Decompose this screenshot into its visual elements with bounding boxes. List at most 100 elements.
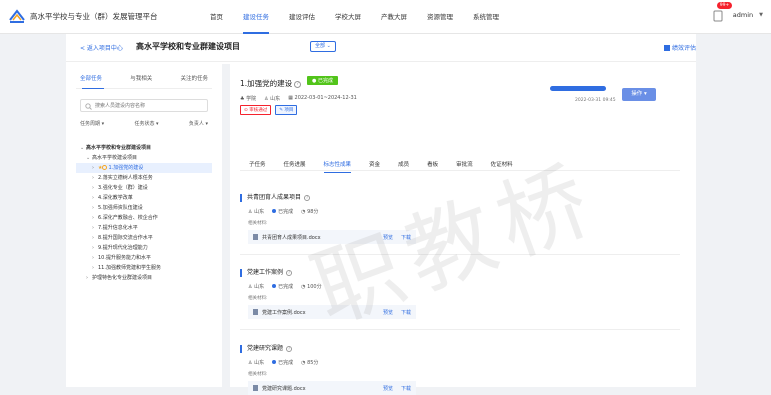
nav-home[interactable]: 首页 — [200, 0, 233, 34]
task-title: 1.加强党的建设? — [240, 78, 302, 89]
tree-item[interactable]: › 5.加强师资队伍建设 — [76, 203, 212, 213]
tree-item-label: 4.深化教学改革 — [98, 195, 133, 201]
filter-period[interactable]: 任务周期 ▾ — [80, 120, 104, 127]
achievement-meta: ♙ 山东 已完成 ◔ 98分 — [240, 208, 680, 215]
score-label: 85分 — [307, 360, 319, 366]
tree-item-label: 9.提升现代化治理能力 — [98, 245, 148, 251]
achievement-item: 党建工作案例? ♙ 山东 已完成 ◔ 100分 相关材料: 党建工作案例.docx 预览 下载 — [240, 269, 680, 330]
tab-subtasks[interactable]: 子任务 — [240, 160, 275, 173]
nav-industry-screen[interactable]: 产教大屏 — [371, 0, 417, 34]
owner-label: 山东 — [254, 360, 265, 366]
status-dot-icon — [272, 284, 277, 288]
owner-label: 山东 — [270, 96, 281, 102]
tree-item[interactable]: › ★ 1.加强党的建设 — [76, 163, 212, 173]
tabs-divider — [240, 170, 680, 171]
file-icon — [253, 385, 258, 391]
tab-all-tasks[interactable]: 全部任务 — [80, 74, 102, 82]
status-info: 已完成 — [272, 208, 293, 215]
achievement-title: 共青团育人成果项目? — [240, 194, 680, 202]
tree-item[interactable]: ⌄ 高水平学校建设项目 — [76, 153, 212, 163]
user-name[interactable]: admin — [733, 11, 753, 19]
dept-label: 学院 — [246, 96, 257, 102]
tab-board[interactable]: 看板 — [418, 160, 447, 173]
score-info: ◔ 100分 — [301, 283, 322, 290]
help-icon[interactable]: ? — [286, 346, 293, 352]
tree-item[interactable]: › 3.强化专业（群）建设 — [76, 183, 212, 193]
file-icon — [253, 234, 258, 240]
download-link[interactable]: 下载 — [401, 234, 411, 241]
tree-item[interactable]: › 4.深化教学改革 — [76, 193, 212, 203]
tree-item[interactable]: ⌄ 高水平学校和专业群建设项目 — [76, 143, 212, 153]
help-icon[interactable]: ? — [304, 195, 311, 201]
tree-item[interactable]: › 护理特色化专业群建设项目 — [76, 273, 212, 283]
filter-row: 任务周期 ▾ 任务状态 ▾ 负责人 ▾ — [76, 112, 212, 127]
perf-eval-label: 绩效评估 — [671, 45, 696, 52]
preview-link[interactable]: 预览 — [383, 385, 393, 392]
perf-eval-link[interactable]: 绩效评估 — [663, 43, 696, 52]
filter-owner[interactable]: 负责人 ▾ — [189, 120, 208, 127]
tree-item[interactable]: › 8.提升国际交流合作水平 — [76, 233, 212, 243]
download-link[interactable]: 下载 — [401, 385, 411, 392]
user-area[interactable]: 99+ admin ▼ — [713, 2, 763, 22]
tree-item[interactable]: › 2.落实立德树人根本任务 — [76, 173, 212, 183]
tree-item-label: 6.深化产教融合、校企合作 — [98, 215, 158, 221]
tree-item-label: 5.加强师资队伍建设 — [98, 205, 143, 211]
tab-funds[interactable]: 资金 — [360, 160, 389, 173]
search-input[interactable] — [95, 101, 205, 111]
file-row: 共青团育人成果项目.docx 预览 下载 — [248, 230, 416, 244]
tab-members[interactable]: 成员 — [389, 160, 418, 173]
tree-item[interactable]: › 7.提升信息化水平 — [76, 223, 212, 233]
notification-badge: 99+ — [716, 2, 733, 9]
project-tag: ✎ 项目 — [275, 105, 298, 115]
file-name[interactable]: 党建工作案例.docx — [262, 309, 375, 316]
file-name[interactable]: 党建研究课题.docx — [262, 385, 375, 392]
notification-bell-icon[interactable]: 99+ — [713, 2, 733, 22]
breadcrumb: < 返入项目中心 高水平学校和专业群建设项目 全部 ⌄ 绩效评估 — [66, 34, 696, 62]
file-name[interactable]: 共青团育人成果项目.docx — [262, 234, 375, 241]
nav-system[interactable]: 系统管理 — [463, 0, 509, 34]
checkbox-icon — [663, 45, 670, 51]
status-label: 已完成 — [278, 284, 294, 290]
nav-school-screen[interactable]: 学校大屏 — [325, 0, 371, 34]
score-info: ◔ 98分 — [301, 208, 318, 215]
tree-item-label: 3.强化专业（群）建设 — [98, 185, 148, 191]
download-link[interactable]: 下载 — [401, 309, 411, 316]
tag-list: ⊙ 审核通过 ✎ 项目 — [240, 105, 298, 115]
task-sidebar: 全部任务 与我相关 关注的任务 任务周期 ▾ 任务状态 ▾ 负责人 ▾ ⌄高水平… — [76, 64, 212, 387]
help-icon[interactable]: ? — [294, 81, 302, 88]
tab-related[interactable]: 与我相关 — [130, 74, 152, 82]
achievement-title-text: 共青团育人成果项目 — [247, 194, 302, 201]
help-icon[interactable]: ? — [286, 270, 293, 276]
tab-achievements[interactable]: 标志性成果 — [315, 160, 361, 173]
tab-progress[interactable]: 任务进展 — [275, 160, 315, 173]
tab-followed[interactable]: 关注的任务 — [180, 74, 208, 82]
nav-build-tasks[interactable]: 建设任务 — [233, 0, 279, 34]
progress-track — [550, 86, 606, 91]
tree-item[interactable]: › 6.深化产教融合、校企合作 — [76, 213, 212, 223]
scope-select[interactable]: 全部 ⌄ — [310, 41, 336, 52]
nav-resources[interactable]: 资源管理 — [417, 0, 463, 34]
preview-link[interactable]: 预览 — [383, 309, 393, 316]
app-title: 高水平学校与专业（群）发展管理平台 — [30, 12, 158, 21]
back-link[interactable]: < 返入项目中心 — [80, 43, 123, 52]
tree-item[interactable]: › 9.提升现代化治理能力 — [76, 243, 212, 253]
file-row: 党建研究课题.docx 预览 下载 — [248, 381, 416, 395]
preview-link[interactable]: 预览 — [383, 234, 393, 241]
operation-button[interactable]: 操作 ▾ — [622, 88, 656, 101]
owner-info: ♙ 山东 — [248, 283, 264, 290]
score-label: 100分 — [307, 284, 322, 290]
tree-item-label: 2.落实立德树人根本任务 — [98, 175, 153, 181]
tree-item[interactable]: › 11.加强教师党建和学生服务 — [76, 263, 212, 273]
status-label: 已完成 — [278, 360, 294, 366]
status-info: 已完成 — [272, 283, 293, 290]
chevron-down-icon[interactable]: ▼ — [759, 12, 763, 18]
filter-status[interactable]: 任务状态 ▾ — [134, 120, 158, 127]
achievement-meta: ♙ 山东 已完成 ◔ 100分 — [240, 283, 680, 290]
nav-build-eval[interactable]: 建设评估 — [279, 0, 325, 34]
tab-evidence[interactable]: 佐证材料 — [482, 160, 522, 173]
achievement-item: 党建研究课题? ♙ 山东 已完成 ◔ 85分 相关材料: 党建研究课题.docx 预览 下载 — [240, 345, 680, 395]
dept-info: ♣ 学院 — [240, 95, 256, 102]
tab-approval[interactable]: 审批流 — [447, 160, 482, 173]
tree-item[interactable]: › 10.提升服务能力和水平 — [76, 253, 212, 263]
achievement-title-text: 党建研究课题 — [247, 345, 284, 352]
